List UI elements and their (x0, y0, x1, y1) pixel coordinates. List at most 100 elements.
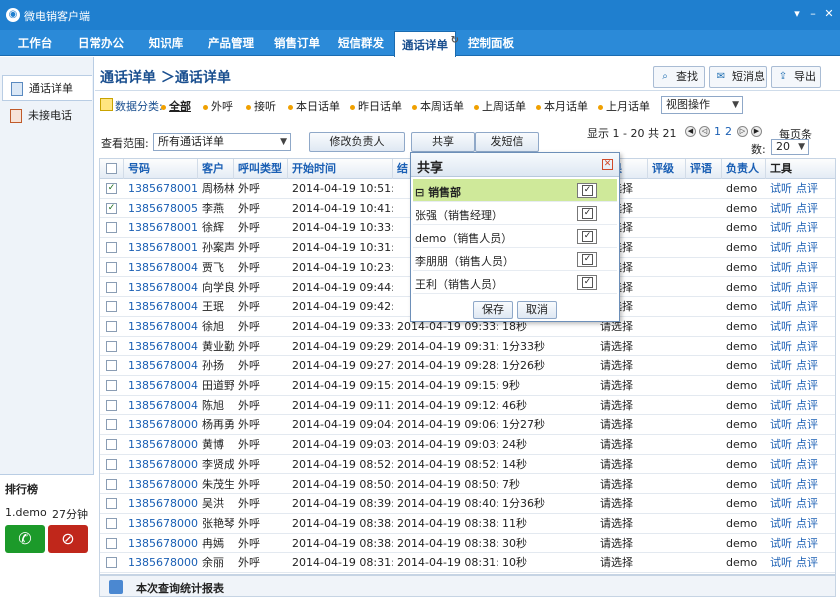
listen-link[interactable]: 试听 (770, 399, 792, 412)
message-button[interactable]: ✉ 短消息 (709, 66, 767, 88)
row-checkbox[interactable] (106, 320, 117, 332)
phone-cell[interactable]: 13856780043 (124, 376, 198, 395)
listen-link[interactable]: 试听 (770, 281, 792, 294)
review-link[interactable]: 点评 (796, 537, 818, 550)
share-member-checkbox[interactable]: ✓ (577, 275, 597, 290)
row-checkbox[interactable] (106, 557, 117, 569)
send-sms-button[interactable]: 发短信 (475, 132, 539, 152)
col-customer[interactable]: 客户 (198, 159, 234, 179)
share-group-checkbox[interactable]: ✓ (577, 183, 597, 198)
listen-link[interactable]: 试听 (770, 221, 792, 234)
review-link[interactable]: 点评 (796, 320, 818, 333)
menu-icon[interactable]: ▾ (790, 7, 804, 21)
filter-this-week[interactable]: 本周话单 (412, 98, 464, 114)
row-checkbox[interactable] (106, 360, 117, 372)
prev-page-icon[interactable]: ◁ (699, 126, 710, 137)
hangup-call-button[interactable]: ⊘ (48, 525, 88, 553)
filter-outbound[interactable]: 外呼 (203, 98, 233, 114)
phone-cell[interactable]: 13856780008 (124, 553, 198, 572)
listen-link[interactable]: 试听 (770, 458, 792, 471)
tab-orders[interactable]: 销售订单 (268, 30, 326, 56)
result-cell[interactable]: 请选择 (596, 514, 648, 533)
table-row[interactable]: 13856780007 冉嫣外呼 2014-04-19 08:38:00 2014-0… (100, 534, 835, 554)
result-cell[interactable]: 请选择 (596, 435, 648, 454)
row-checkbox[interactable] (106, 517, 117, 529)
listen-link[interactable]: 试听 (770, 300, 792, 313)
review-link[interactable]: 点评 (796, 379, 818, 392)
listen-link[interactable]: 试听 (770, 438, 792, 451)
close-icon[interactable]: ✕ (602, 159, 613, 170)
filter-today[interactable]: 本日话单 (288, 98, 340, 114)
phone-cell[interactable]: 13856780042 (124, 396, 198, 415)
review-link[interactable]: 点评 (796, 517, 818, 530)
listen-link[interactable]: 试听 (770, 537, 792, 550)
review-link[interactable]: 点评 (796, 556, 818, 569)
answer-call-button[interactable]: ✆ (5, 525, 45, 553)
phone-cell[interactable]: 13856780050 (124, 199, 198, 218)
view-operation-select[interactable]: 视图操作 ▼ (661, 96, 743, 114)
share-button[interactable]: 共享 (411, 132, 475, 152)
listen-link[interactable]: 试听 (770, 497, 792, 510)
row-checkbox[interactable] (106, 261, 117, 273)
filter-this-month[interactable]: 本月话单 (536, 98, 588, 114)
stats-report-bar[interactable]: 本次查询统计报表 (99, 575, 836, 597)
phone-cell[interactable]: 13856780001 (124, 415, 198, 434)
share-member-checkbox[interactable]: ✓ (577, 252, 597, 267)
table-row[interactable]: 13856780044 孙扬外呼 2014-04-19 09:27:13 2014-0… (100, 356, 835, 376)
listen-link[interactable]: 试听 (770, 478, 792, 491)
table-row[interactable]: 13856780006 张艳琴外呼 2014-04-19 08:38:37 2014-… (100, 514, 835, 534)
scope-select[interactable]: 所有通话详单 ▼ (153, 133, 291, 151)
last-page-icon[interactable]: ▶ (751, 126, 762, 137)
review-link[interactable]: 点评 (796, 438, 818, 451)
filter-last-week[interactable]: 上周话单 (474, 98, 526, 114)
share-member-checkbox[interactable]: ✓ (577, 206, 597, 221)
phone-cell[interactable]: 13856780007 (124, 534, 198, 553)
row-checkbox[interactable] (106, 537, 117, 549)
phone-cell[interactable]: 13856780044 (124, 356, 198, 375)
phone-cell[interactable]: 13856780049 (124, 258, 198, 277)
review-link[interactable]: 点评 (796, 458, 818, 471)
table-row[interactable]: 13856780002 黄博外呼 2014-04-19 09:03:18 2014-0… (100, 435, 835, 455)
listen-link[interactable]: 试听 (770, 182, 792, 195)
table-row[interactable]: 13856780045 黄业勤外呼 2014-04-19 09:29:50 2014-… (100, 337, 835, 357)
row-checkbox[interactable] (106, 439, 117, 451)
listen-link[interactable]: 试听 (770, 202, 792, 215)
collapse-icon[interactable]: ⊟ (415, 186, 424, 199)
row-checkbox[interactable] (106, 242, 117, 254)
phone-cell[interactable]: 13856780045 (124, 337, 198, 356)
row-checkbox[interactable] (106, 498, 117, 510)
review-link[interactable]: 点评 (796, 497, 818, 510)
col-start-time[interactable]: 开始时间 (288, 159, 393, 179)
col-owner[interactable]: 负责人 (722, 159, 766, 179)
select-all-checkbox[interactable] (106, 163, 117, 174)
result-cell[interactable]: 请选择 (596, 553, 648, 572)
listen-link[interactable]: 试听 (770, 418, 792, 431)
row-checkbox[interactable] (106, 399, 117, 411)
row-checkbox[interactable]: ✓ (106, 202, 117, 214)
per-page-select[interactable]: 20 ▼ (771, 139, 809, 155)
filter-last-month[interactable]: 上月话单 (598, 98, 650, 114)
listen-link[interactable]: 试听 (770, 241, 792, 254)
review-link[interactable]: 点评 (796, 340, 818, 353)
table-row[interactable]: 13856780001 杨再勇外呼 2014-04-19 09:04:46 2014-… (100, 415, 835, 436)
filter-inbound[interactable]: 接听 (246, 98, 276, 114)
filter-yesterday[interactable]: 昨日话单 (350, 98, 402, 114)
listen-link[interactable]: 试听 (770, 556, 792, 569)
phone-cell[interactable]: 13856780010 (124, 179, 198, 198)
row-checkbox[interactable]: ✓ (106, 183, 117, 194)
result-cell[interactable]: 请选择 (596, 396, 648, 415)
page-2-link[interactable]: 2 (725, 125, 732, 138)
col-comment[interactable]: 评语 (686, 159, 722, 179)
first-page-icon[interactable]: ◀ (685, 126, 696, 137)
phone-cell[interactable]: 13856780046 (124, 317, 198, 336)
tab-control-panel[interactable]: 控制面板 (460, 30, 522, 56)
col-rating[interactable]: 评级 (648, 159, 686, 179)
review-link[interactable]: 点评 (796, 202, 818, 215)
page-1-link[interactable]: 1 (714, 125, 721, 138)
row-checkbox[interactable] (106, 301, 117, 313)
sidebar-item-missed-calls[interactable]: 未接电话 (2, 103, 92, 129)
review-link[interactable]: 点评 (796, 300, 818, 313)
tab-knowledge[interactable]: 知识库 (138, 30, 194, 56)
listen-link[interactable]: 试听 (770, 340, 792, 353)
table-row[interactable]: 13856780042 陈旭外呼 2014-04-19 09:11:41 2014-0… (100, 396, 835, 416)
